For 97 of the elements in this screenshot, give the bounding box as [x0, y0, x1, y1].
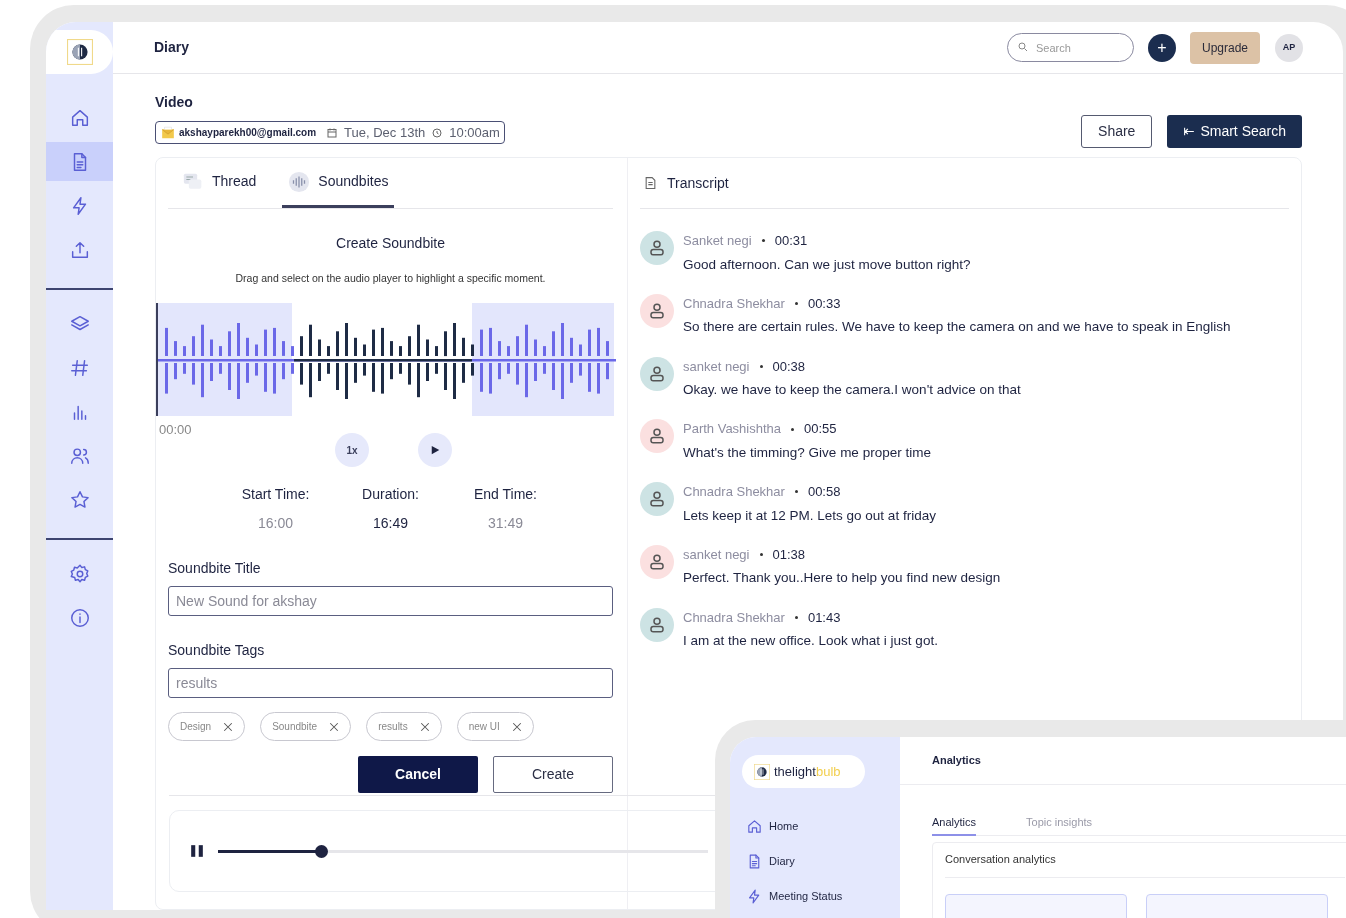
- tab[interactable]: Thread: [176, 158, 263, 208]
- dot-separator: [761, 239, 765, 243]
- timestamp: 00:58: [807, 483, 841, 501]
- create-button[interactable]: Create: [493, 756, 613, 794]
- dot-separator: [791, 427, 795, 431]
- calendar-icon: [326, 126, 339, 139]
- tag-label: new UI: [468, 720, 500, 735]
- timestamp: 01:38: [772, 545, 806, 564]
- nav-item[interactable]: Diary: [746, 852, 900, 871]
- smart-search-button[interactable]: Smart Search: [1167, 114, 1302, 148]
- sound-wave-icon: [288, 170, 311, 193]
- speaker-name: Chnadra Shekhar: [683, 608, 785, 627]
- person-icon: [648, 615, 666, 634]
- tag-label: results: [378, 720, 408, 735]
- close-icon: [511, 721, 522, 732]
- speaker-name: Sanket negi: [683, 232, 752, 250]
- logo-icon: [754, 763, 770, 780]
- message-text: So there are certain rules. We have to keep the camera on and we have to speak in English: [683, 318, 1231, 337]
- time-label: End Time:: [473, 485, 538, 505]
- playback-time: 00:00: [159, 420, 193, 439]
- play-button[interactable]: [418, 433, 452, 468]
- message-text: Perfect. Thank you..Here to help you find new design: [683, 569, 1001, 588]
- time-value: 16:49: [371, 514, 409, 534]
- speaker-name: sanket negi: [683, 545, 750, 564]
- speed-button[interactable]: 1x: [335, 433, 369, 468]
- sidebar-item[interactable]: [46, 142, 113, 181]
- panel-title: Transcript: [667, 173, 729, 193]
- upgrade-button[interactable]: Upgrade: [1189, 31, 1260, 64]
- person-icon: [648, 427, 666, 446]
- message-text: Lets keep it at 12 PM. Lets go out at friday: [683, 506, 936, 525]
- speaker-name: Parth Vashishtha: [683, 420, 782, 439]
- star-icon: [68, 488, 91, 511]
- dot-separator: [794, 302, 798, 305]
- close-icon: [223, 721, 234, 732]
- dot-separator: [759, 364, 763, 368]
- add-button[interactable]: +: [1147, 33, 1176, 62]
- tab[interactable]: Soundbites: [282, 158, 395, 208]
- person-icon: [648, 301, 666, 320]
- tab[interactable]: Analytics: [932, 811, 977, 836]
- form-title: Create Soundbite: [335, 234, 446, 253]
- tag-label: Design: [180, 720, 212, 735]
- message-text: What's the timming? Give me proper time: [683, 443, 931, 462]
- time-value: 16:00: [256, 514, 294, 534]
- field-label: Soundbite Title: [168, 559, 262, 579]
- page-title: Diary: [154, 38, 191, 57]
- close-icon: [329, 721, 340, 732]
- person-icon: [648, 364, 666, 383]
- time-text: 10:00am: [449, 123, 500, 142]
- timestamp: 00:31: [774, 232, 808, 250]
- timestamp: 00:38: [772, 357, 806, 376]
- envelope-icon: [160, 125, 176, 140]
- document-icon: [644, 176, 657, 190]
- dot-separator: [759, 553, 763, 556]
- tag-label: Soundbite: [272, 720, 318, 735]
- speaker-name: Chnadra Shekhar: [683, 294, 785, 313]
- speaker-name: Chnadra Shekhar: [683, 483, 785, 501]
- text-field[interactable]: results: [168, 668, 613, 699]
- dot-separator: [794, 615, 798, 619]
- timestamp: 01:43: [807, 608, 841, 627]
- text-field[interactable]: New Sound for akshay: [168, 586, 613, 617]
- speaker-name: sanket negi: [683, 357, 750, 376]
- message-text: I am at the new office. Look what i just got.: [683, 632, 938, 650]
- person-icon: [648, 490, 666, 508]
- card-title: Conversation analytics: [945, 851, 1345, 878]
- time-label: Start Time:: [240, 485, 311, 505]
- pause-icon: [190, 842, 204, 860]
- email-text: akshayparekh00@gmail.com: [179, 126, 317, 140]
- message-text: Good afternoon. Can we just move button right?: [683, 255, 971, 274]
- person-icon: [648, 239, 666, 257]
- play-icon: [430, 445, 440, 456]
- nav-item[interactable]: Meeting Status: [746, 887, 900, 906]
- instruction-text: Drag and select on the audio player to highlight a specific moment.: [234, 271, 547, 286]
- clock-icon: [431, 126, 444, 139]
- timestamp: 00:33: [807, 294, 841, 313]
- chat-icon: [182, 171, 204, 192]
- time-label: Duration:: [361, 485, 420, 505]
- timestamp: 00:55: [804, 420, 837, 439]
- brand-name: thelightbulb: [774, 762, 841, 781]
- info-icon: [68, 606, 91, 629]
- close-icon: [419, 721, 430, 732]
- home-icon: [746, 818, 763, 835]
- message-text: Okay. we have to keep the camera.I won't advice on that: [683, 381, 1021, 399]
- field-label: Soundbite Tags: [168, 641, 266, 661]
- person-icon: [648, 552, 666, 571]
- search-icon: [1016, 41, 1029, 53]
- dot-separator: [794, 490, 798, 494]
- date-text: Tue, Dec 13th: [344, 123, 426, 142]
- cancel-button[interactable]: Cancel: [358, 756, 478, 794]
- time-value: 31:49: [486, 514, 524, 534]
- nav-item[interactable]: Home: [746, 817, 900, 836]
- settings-icon: [68, 562, 91, 585]
- section-title: Video: [155, 93, 194, 112]
- user-avatar[interactable]: AP: [1275, 33, 1303, 62]
- page-title: Analytics: [900, 737, 1346, 785]
- share-button[interactable]: Share: [1081, 114, 1153, 148]
- logo-icon: [66, 39, 93, 65]
- search-field[interactable]: Search: [1006, 33, 1134, 62]
